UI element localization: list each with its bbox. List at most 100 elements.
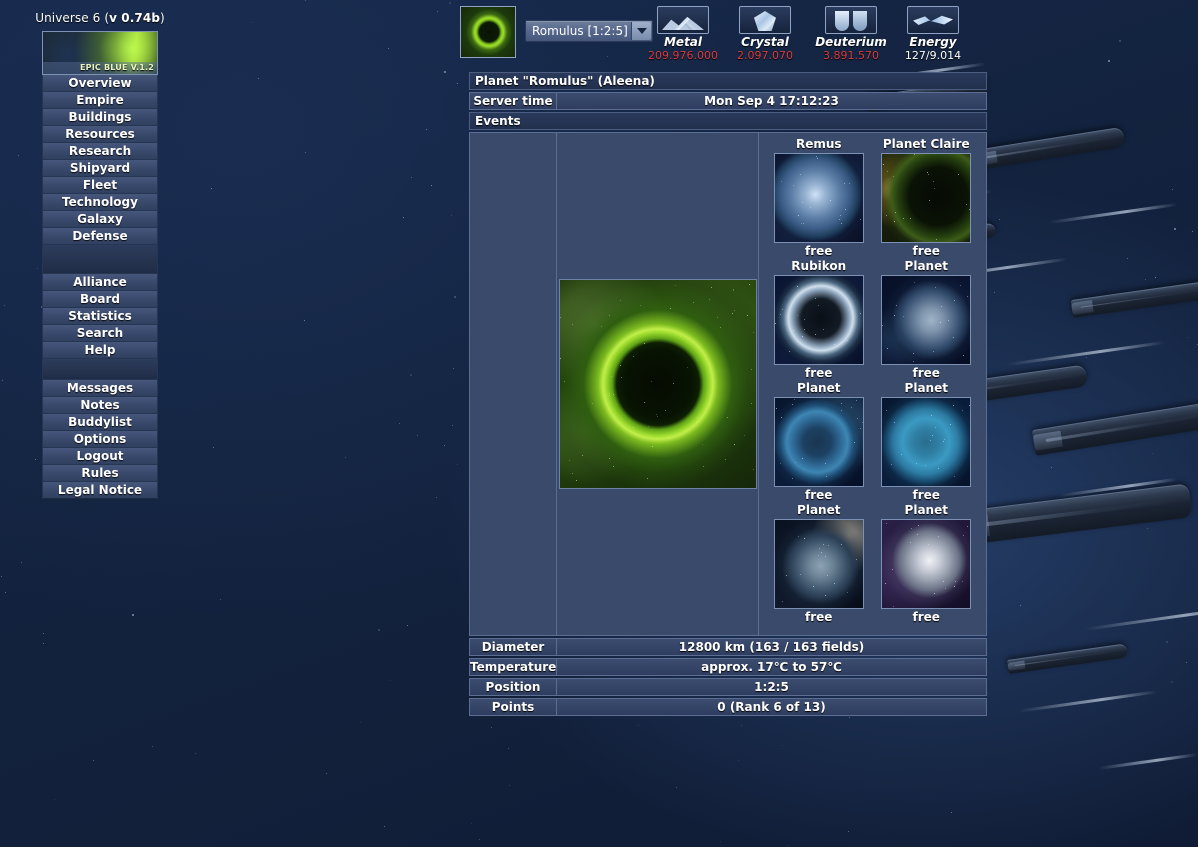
sidebar-item-alliance[interactable]: Alliance — [42, 273, 158, 291]
stat-row: Position1:2:5 — [469, 678, 987, 696]
planet-stats-table: Diameter12800 km (163 / 163 fields)Tempe… — [469, 638, 987, 716]
resource-name: Deuterium — [813, 35, 889, 49]
ship-trail-art — [1098, 753, 1197, 770]
resource-value: 3.891.570 — [813, 49, 889, 62]
planet-name: Planet — [873, 259, 981, 274]
sidebar-item-notes[interactable]: Notes — [42, 396, 158, 414]
resource-value: 2.097.070 — [727, 49, 803, 62]
sidebar-item-search[interactable]: Search — [42, 324, 158, 342]
planet-thumbnail[interactable] — [774, 275, 864, 365]
sidebar-item-legal-notice[interactable]: Legal Notice — [42, 481, 158, 499]
crystal-icon — [739, 6, 791, 34]
sidebar-item-statistics[interactable]: Statistics — [42, 307, 158, 325]
planet-name: Planet — [873, 381, 981, 396]
server-time-label: Server time — [469, 92, 557, 110]
planet-thumbnail[interactable] — [881, 519, 971, 609]
server-time-row: Server time Mon Sep 4 17:12:23 — [469, 92, 987, 110]
sidebar-item-options[interactable]: Options — [42, 430, 158, 448]
stat-value: 12800 km (163 / 163 fields) — [557, 638, 987, 656]
sidebar-menu: OverviewEmpireBuildingsResourcesResearch… — [42, 74, 158, 499]
planet-slot[interactable]: Planetfree — [765, 381, 873, 503]
planet-slot[interactable]: Planet Clairefree — [873, 137, 981, 259]
server-time-value: Mon Sep 4 17:12:23 — [557, 92, 987, 110]
sidebar-item-overview[interactable]: Overview — [42, 74, 158, 92]
ship-trail-art — [1085, 604, 1198, 631]
resource-value: 209.976.000 — [645, 49, 721, 62]
planet-select-value: Romulus [1:2:5] — [532, 24, 628, 38]
sidebar-menu-group-account: MessagesNotesBuddylistOptionsLogoutRules… — [42, 379, 158, 499]
sidebar-item-shipyard[interactable]: Shipyard — [42, 159, 158, 177]
sidebar-spacer-top — [42, 244, 158, 274]
stat-value: approx. 17℃ to 57℃ — [557, 658, 987, 676]
planet-slot[interactable]: Planet free — [873, 259, 981, 381]
sidebar-item-rules[interactable]: Rules — [42, 464, 158, 482]
resource-value: 127/9.014 — [895, 49, 971, 62]
stat-value: 0 (Rank 6 of 13) — [557, 698, 987, 716]
game-logo: EPIC BLUE V.1.2 — [42, 31, 158, 75]
sidebar-item-logout[interactable]: Logout — [42, 447, 158, 465]
sidebar-item-fleet[interactable]: Fleet — [42, 176, 158, 194]
sidebar-item-board[interactable]: Board — [42, 290, 158, 308]
spaceship-art — [1032, 399, 1198, 456]
planet-slot[interactable]: Planet free — [873, 381, 981, 503]
sidebar-item-resources[interactable]: Resources — [42, 125, 158, 143]
planet-thumbnail[interactable] — [881, 275, 971, 365]
planet-name: Planet — [765, 503, 873, 518]
resource-name: Energy — [895, 35, 971, 49]
resource-deuterium: Deuterium3.891.570 — [813, 4, 889, 62]
universe-close-paren: ) — [160, 11, 165, 25]
stat-label: Diameter — [469, 638, 557, 656]
planet-status: free — [873, 243, 981, 259]
planet-status: free — [765, 243, 873, 259]
panel-title-row: Planet "Romulus" (Aleena) — [469, 72, 987, 90]
stat-row: Points0 (Rank 6 of 13) — [469, 698, 987, 716]
sidebar-item-buildings[interactable]: Buildings — [42, 108, 158, 126]
planet-slot[interactable]: Remusfree — [765, 137, 873, 259]
spaceship-art — [1007, 643, 1128, 674]
planet-thumbnail[interactable] — [774, 519, 864, 609]
planet-status: free — [873, 609, 981, 625]
metal-icon — [657, 6, 709, 34]
planet-thumbnail[interactable] — [881, 153, 971, 243]
events-left-empty-cell — [469, 132, 557, 636]
nearby-planets-cell: RemusfreePlanet ClairefreeRubikonfreePla… — [759, 132, 987, 636]
stat-row: Diameter12800 km (163 / 163 fields) — [469, 638, 987, 656]
planet-status: free — [765, 609, 873, 625]
planet-status: free — [873, 365, 981, 381]
sidebar-item-messages[interactable]: Messages — [42, 379, 158, 397]
planet-status: free — [873, 487, 981, 503]
deuterium-icon — [825, 6, 877, 34]
resource-energy: Energy127/9.014 — [895, 4, 971, 62]
planet-thumbnail[interactable] — [774, 397, 864, 487]
planet-thumbnail[interactable] — [881, 397, 971, 487]
sidebar-item-defense[interactable]: Defense — [42, 227, 158, 245]
planet-slot[interactable]: Planet free — [873, 503, 981, 625]
sidebar-item-help[interactable]: Help — [42, 341, 158, 359]
top-resource-bar: Romulus [1:2:5] Metal209.976.000Crystal2… — [455, 4, 985, 60]
sidebar-menu-group-primary: OverviewEmpireBuildingsResourcesResearch… — [42, 74, 158, 245]
planet-select-dropdown[interactable]: Romulus [1:2:5] — [525, 20, 653, 42]
sidebar-item-buddylist[interactable]: Buddylist — [42, 413, 158, 431]
stat-label: Temperature — [469, 658, 557, 676]
ship-trail-art — [1048, 203, 1177, 224]
planet-slot[interactable]: Planet free — [765, 503, 873, 625]
sidebar-menu-group-community: AllianceBoardStatisticsSearchHelp — [42, 273, 158, 359]
stat-value: 1:2:5 — [557, 678, 987, 696]
energy-icon — [907, 6, 959, 34]
ship-trail-art — [1007, 341, 1166, 366]
current-planet-thumbnail[interactable] — [460, 6, 516, 58]
planet-slot[interactable]: Rubikonfree — [765, 259, 873, 381]
universe-version-line: Universe 6 (v 0.74b) — [0, 0, 200, 25]
current-planet-image — [559, 279, 757, 489]
nearby-planets-grid: RemusfreePlanet ClairefreeRubikonfreePla… — [765, 137, 980, 625]
sidebar-spacer-bottom — [42, 358, 158, 380]
events-body: RemusfreePlanet ClairefreeRubikonfreePla… — [469, 132, 987, 636]
sidebar-item-empire[interactable]: Empire — [42, 91, 158, 109]
sidebar-item-technology[interactable]: Technology — [42, 193, 158, 211]
resource-name: Crystal — [727, 35, 803, 49]
sidebar-item-galaxy[interactable]: Galaxy — [42, 210, 158, 228]
planet-thumbnail[interactable] — [774, 153, 864, 243]
planet-name: Planet — [873, 503, 981, 518]
sidebar-item-research[interactable]: Research — [42, 142, 158, 160]
planet-status: free — [765, 365, 873, 381]
